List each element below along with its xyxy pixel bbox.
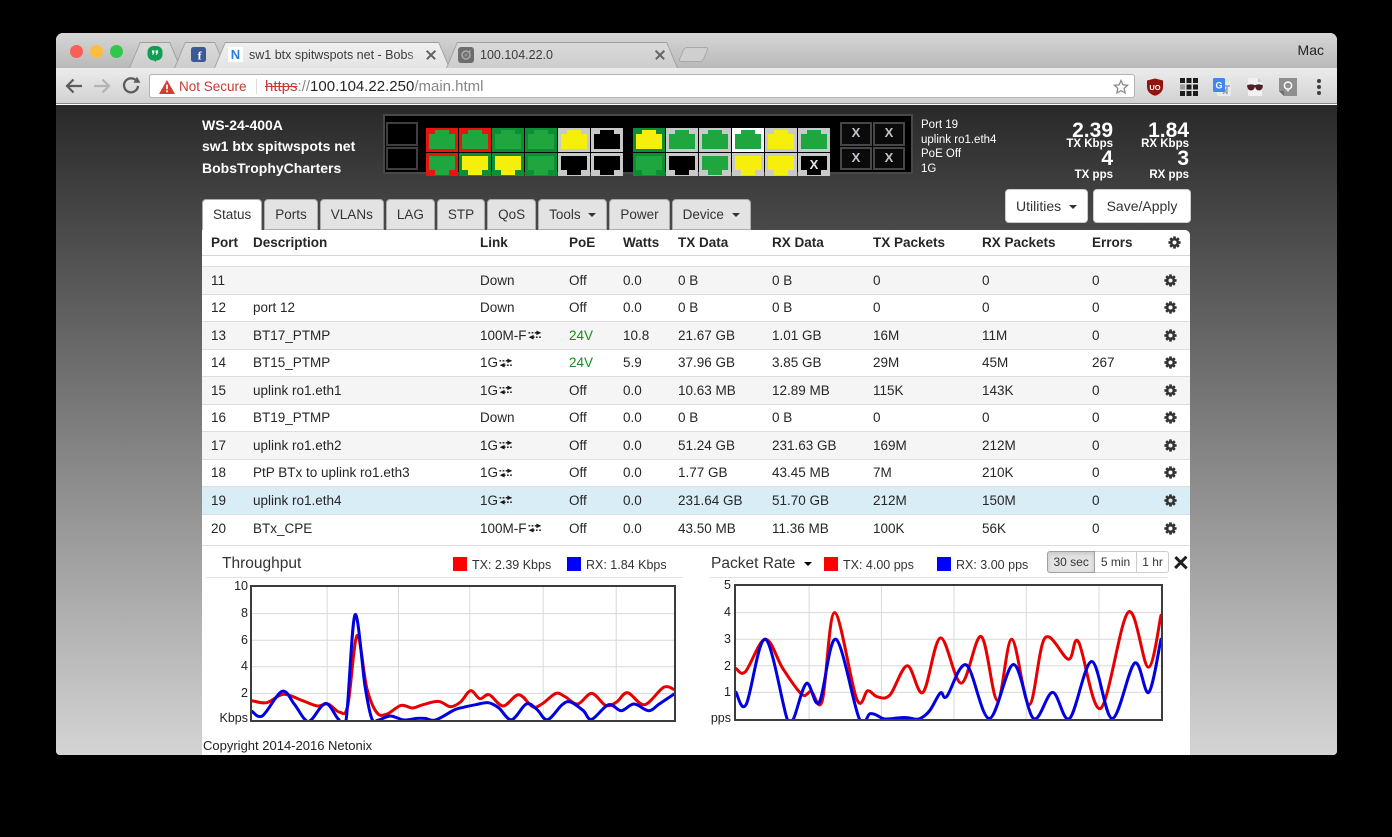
svg-text:UO: UO: [1149, 83, 1160, 92]
svg-text:G: G: [1215, 81, 1222, 91]
